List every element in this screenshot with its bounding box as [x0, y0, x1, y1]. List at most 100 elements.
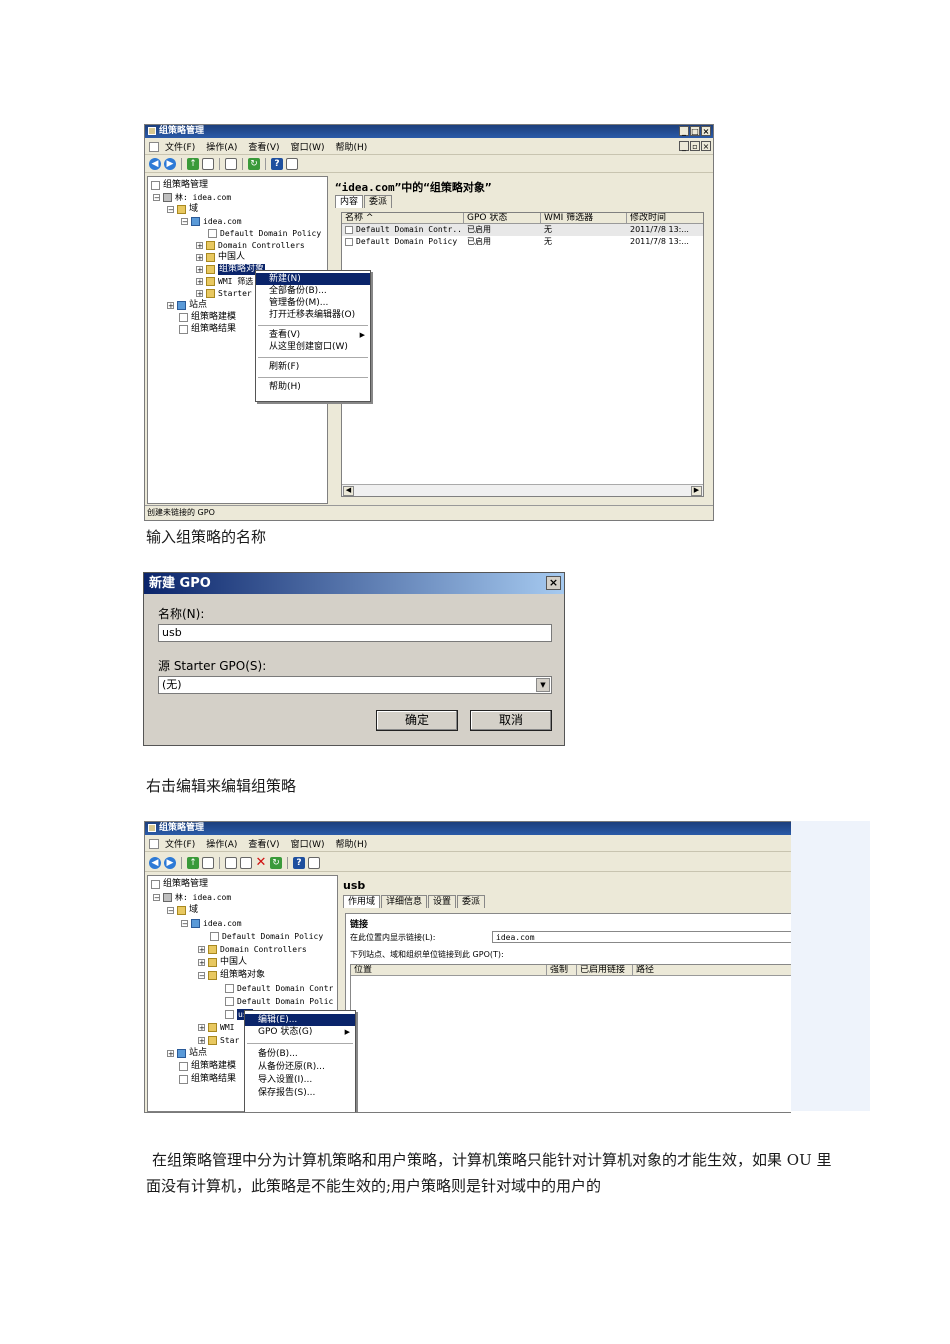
forward-arrow-icon[interactable]: ▶ [164, 856, 176, 869]
expand-icon[interactable]: + [198, 1024, 205, 1032]
refresh-icon[interactable]: ↻ [270, 856, 282, 869]
menu-save-report[interactable]: 保存报告(S)... [245, 1087, 355, 1099]
console-icon[interactable] [308, 856, 320, 869]
menu-view[interactable]: 查看(V) ▶ [256, 329, 370, 341]
child-minimize-button[interactable]: _ [679, 141, 689, 151]
menu-migration-editor[interactable]: 打开迁移表编辑器(O) [256, 309, 370, 321]
collapse-icon[interactable]: − [181, 920, 188, 928]
table-row[interactable]: Default Domain Contr... 已启用 无 2011/7/8 1… [342, 224, 703, 236]
col-wmi[interactable]: WMI 筛选器 [541, 213, 627, 224]
tree-root[interactable]: 组策略管理 [151, 180, 208, 191]
collapse-icon[interactable]: − [167, 907, 174, 915]
col-modified[interactable]: 修改时间 [627, 213, 703, 224]
back-arrow-icon[interactable]: ◀ [149, 157, 161, 170]
collapse-icon[interactable]: − [167, 206, 174, 214]
col-path[interactable]: 路径 [633, 965, 791, 976]
tree-modeling[interactable]: 组策略建模 [179, 312, 236, 323]
tree-domain[interactable]: − idea.com [181, 918, 242, 929]
expand-icon[interactable]: + [196, 242, 203, 250]
menu-restore[interactable]: 从备份还原(R)... [245, 1061, 355, 1073]
menu-file[interactable]: 文件(F) [165, 140, 195, 153]
dialog-close-button[interactable]: × [546, 576, 561, 590]
properties-icon[interactable] [225, 157, 237, 170]
expand-icon[interactable]: + [198, 1037, 205, 1045]
tab-scope[interactable]: 作用域 [343, 895, 381, 908]
menu-help[interactable]: 帮助(H) [256, 381, 370, 393]
scroll-right-icon[interactable]: ▶ [691, 486, 702, 496]
expand-icon[interactable]: + [198, 959, 205, 967]
menu-edit[interactable]: 编辑(E)... [245, 1014, 355, 1026]
help-icon[interactable]: ? [271, 157, 283, 170]
menu-view[interactable]: 查看(V) [248, 837, 279, 850]
child-restore-button[interactable]: ▫ [690, 141, 700, 151]
tree-ou[interactable]: + 中国人 [196, 252, 245, 263]
tree-gpo2[interactable]: Default Domain Polic [225, 996, 333, 1007]
menu-gpo-status[interactable]: GPO 状态(G) ▶ [245, 1026, 355, 1038]
expand-icon[interactable]: + [196, 278, 203, 286]
show-hide-tree-icon[interactable] [202, 856, 214, 869]
tab-settings[interactable]: 设置 [428, 895, 457, 908]
menu-manage-backups[interactable]: 管理备份(M)... [256, 297, 370, 309]
tab-details[interactable]: 详细信息 [381, 895, 428, 908]
chevron-down-icon[interactable]: ▼ [536, 678, 550, 692]
delete-icon[interactable]: ✕ [255, 856, 267, 869]
up-folder-icon[interactable]: ↑ [187, 157, 199, 170]
back-arrow-icon[interactable]: ◀ [149, 856, 161, 869]
collapse-icon[interactable]: − [181, 218, 188, 226]
tree-starter[interactable]: + Starter [196, 288, 252, 299]
tree-sites[interactable]: + 站点 [167, 1048, 207, 1059]
collapse-icon[interactable]: − [153, 194, 160, 202]
menu-help[interactable]: 帮助(H) [336, 837, 368, 850]
tree-gpo[interactable]: − 组策略对象 [198, 970, 265, 981]
tree-starter[interactable]: + Star [198, 1035, 239, 1046]
collapse-icon[interactable]: − [198, 972, 205, 980]
minimize-button[interactable]: _ [679, 126, 689, 136]
tab-delegation[interactable]: 委派 [364, 195, 393, 208]
help-icon[interactable]: ? [293, 856, 305, 869]
expand-icon[interactable]: + [196, 266, 203, 274]
expand-icon[interactable]: + [198, 946, 205, 954]
expand-icon[interactable]: + [196, 254, 203, 262]
tree-dc[interactable]: + Domain Controllers [196, 240, 305, 251]
tree-wmi[interactable]: + WMI 筛选 [196, 276, 253, 287]
menu-action[interactable]: 操作(A) [206, 837, 237, 850]
tree-forest[interactable]: − 林: idea.com [153, 892, 231, 903]
paste-icon[interactable] [240, 856, 252, 869]
tree-results[interactable]: 组策略结果 [179, 324, 236, 335]
menu-help[interactable]: 帮助(H) [336, 140, 368, 153]
copy-icon[interactable] [225, 856, 237, 869]
tree-gpo1[interactable]: Default Domain Contr [225, 983, 333, 994]
col-gpo-status[interactable]: GPO 状态 [464, 213, 541, 224]
tree-root[interactable]: 组策略管理 [151, 879, 208, 890]
show-hide-tree-icon[interactable] [202, 157, 214, 170]
tree-domain[interactable]: − idea.com [181, 216, 242, 227]
expand-icon[interactable]: + [167, 1050, 174, 1058]
refresh-icon[interactable]: ↻ [248, 157, 260, 170]
menu-refresh[interactable]: 刷新(F) [256, 361, 370, 373]
tree-ddp[interactable]: Default Domain Policy [208, 228, 321, 239]
expand-icon[interactable]: + [167, 302, 174, 310]
console-icon[interactable] [286, 157, 298, 170]
child-close-button[interactable]: × [701, 141, 711, 151]
name-input[interactable]: usb [158, 624, 552, 642]
tree-ddp[interactable]: Default Domain Policy [210, 931, 323, 942]
menu-view[interactable]: 查看(V) [248, 140, 279, 153]
forward-arrow-icon[interactable]: ▶ [164, 157, 176, 170]
up-folder-icon[interactable]: ↑ [187, 856, 199, 869]
menu-new[interactable]: 新建(N) [256, 273, 370, 285]
expand-icon[interactable]: + [196, 290, 203, 298]
tree-modeling[interactable]: 组策略建模 [179, 1061, 236, 1072]
menu-backup-all[interactable]: 全部备份(B)... [256, 285, 370, 297]
ok-button[interactable]: 确定 [376, 710, 458, 731]
horizontal-scrollbar[interactable]: ◀ ▶ [342, 484, 703, 496]
menu-window[interactable]: 窗口(W) [291, 140, 325, 153]
maximize-button[interactable]: □ [690, 126, 700, 136]
links-in-select[interactable]: idea.com [492, 931, 791, 943]
tree-forest[interactable]: − 林: idea.com [153, 192, 231, 203]
col-link-enabled[interactable]: 已启用链接 [577, 965, 633, 976]
menu-action[interactable]: 操作(A) [206, 140, 237, 153]
menu-backup[interactable]: 备份(B)... [245, 1048, 355, 1060]
scroll-left-icon[interactable]: ◀ [343, 486, 354, 496]
menu-window[interactable]: 窗口(W) [291, 837, 325, 850]
menu-import[interactable]: 导入设置(I)... [245, 1074, 355, 1086]
